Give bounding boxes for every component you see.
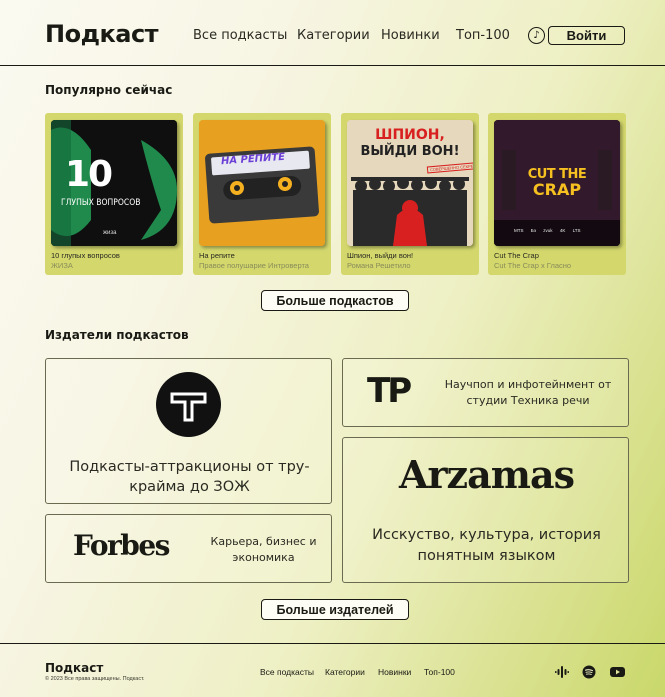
cover-tag: 4K xyxy=(559,228,566,233)
footer-nav-top100[interactable]: Топ-100 xyxy=(424,667,455,677)
publisher-card-forbes[interactable]: Forbes Карьера, бизнес и экономика xyxy=(45,514,332,583)
podcast-cover: ШПИОН, ВЫЙДИ ВОН! СОВЕРШЕННО СЕКРЕТНО xyxy=(347,120,473,246)
nav-top100[interactable]: Топ-100 xyxy=(456,28,510,43)
cover-title-1: ШПИОН, xyxy=(375,127,445,143)
podcast-title: 10 глупых вопросов xyxy=(51,251,120,260)
cover-tags: MTS Бэ zvuk 4K LTS xyxy=(514,228,581,233)
t-logo-icon xyxy=(156,372,221,437)
publisher-card-arzamas[interactable]: Arzamas Исскуство, культура, история пон… xyxy=(342,437,629,583)
tp-logo: TP xyxy=(367,371,412,411)
publisher-card-t[interactable]: Подкасты-аттракционы от тру-крайма до ЗО… xyxy=(45,358,332,504)
site-logo[interactable]: Подкаст xyxy=(45,20,159,48)
footer-nav-categories[interactable]: Категории xyxy=(325,667,365,677)
podcast-author: Правое полушарие Интроверта xyxy=(199,261,309,270)
cover-brand: жиза xyxy=(103,230,117,236)
site-header: Подкаст Все подкасты Категории Новинки Т… xyxy=(0,0,665,66)
cover-tag: Бэ xyxy=(530,228,537,233)
podcast-title: Шпион, выйди вон! xyxy=(347,251,414,260)
cover-title: ГЛУПЫХ ВОПРОСОВ xyxy=(61,198,141,208)
footer-copyright: © 2023 Все права защищены. Подкаст. xyxy=(45,676,145,682)
publisher-description: Подкасты-аттракционы от тру-крайма до ЗО… xyxy=(69,459,310,495)
forbes-logo: Forbes xyxy=(73,529,170,562)
podcast-card[interactable]: ШПИОН, ВЫЙДИ ВОН! СОВЕРШЕННО СЕКРЕТНО Шп… xyxy=(341,113,479,275)
podcast-cover: CUT THE CRAP MTS Бэ zvuk 4K LTS xyxy=(494,120,620,246)
nav-categories[interactable]: Категории xyxy=(297,28,370,43)
login-button[interactable]: Войти xyxy=(548,26,625,45)
podcast-title: На репите xyxy=(199,251,235,260)
music-note-icon[interactable]: ♪ xyxy=(528,27,545,44)
footer-divider xyxy=(0,643,665,644)
publisher-description: Научпоп и инфотейнмент от студии Техника… xyxy=(444,378,612,407)
podcast-author: Романа Решетило xyxy=(347,261,411,270)
youtube-icon[interactable] xyxy=(610,664,625,678)
publishers-section-title: Издатели подкастов xyxy=(45,328,189,342)
arzamas-logo: Arzamas xyxy=(399,452,575,497)
publisher-card-tp[interactable]: TP Научпоп и инфотейнмент от студии Техн… xyxy=(342,358,629,427)
spotify-icon[interactable] xyxy=(582,664,596,679)
podcast-author: ЖИЗА xyxy=(51,261,73,270)
cover-tag: MTS xyxy=(514,228,524,233)
footer-nav-all-podcasts[interactable]: Все подкасты xyxy=(260,667,314,677)
publisher-description: Карьера, бизнес и экономика xyxy=(210,535,317,564)
podcast-card[interactable]: НА РЕПИТЕ На репите Правое полушарие Инт… xyxy=(193,113,331,275)
cover-title-2: ВЫЙДИ ВОН! xyxy=(360,144,460,159)
podcasts-icon[interactable] xyxy=(555,664,569,678)
cassette-image xyxy=(199,120,325,246)
podcast-cover: 10 ГЛУПЫХ ВОПРОСОВ жиза xyxy=(51,120,177,246)
footer-nav-new[interactable]: Новинки xyxy=(378,667,411,677)
cover-tag: zvuk xyxy=(543,228,553,233)
podcast-card[interactable]: 10 ГЛУПЫХ ВОПРОСОВ жиза 10 глупых вопрос… xyxy=(45,113,183,275)
cover-tag: LTS xyxy=(572,228,581,233)
cover-title-2: CRAP xyxy=(494,180,620,199)
nav-all-podcasts[interactable]: Все подкасты xyxy=(193,28,287,43)
podcast-title: Cut The Crap xyxy=(494,251,539,260)
podcast-card[interactable]: CUT THE CRAP MTS Бэ zvuk 4K LTS Cut The … xyxy=(488,113,626,275)
nav-new[interactable]: Новинки xyxy=(381,28,440,43)
publisher-description: Исскуство, культура, история понятным яз… xyxy=(372,527,601,564)
podcast-cover: НА РЕПИТЕ xyxy=(199,120,325,246)
more-publishers-button[interactable]: Больше издателей xyxy=(261,599,409,620)
footer-logo[interactable]: Подкаст xyxy=(45,661,103,675)
podcast-author: Cut The Crap x Гласно xyxy=(494,261,572,270)
more-podcasts-button[interactable]: Больше подкастов xyxy=(261,290,409,311)
cover-number: 10 xyxy=(65,154,113,195)
popular-section-title: Популярно сейчас xyxy=(45,83,173,97)
